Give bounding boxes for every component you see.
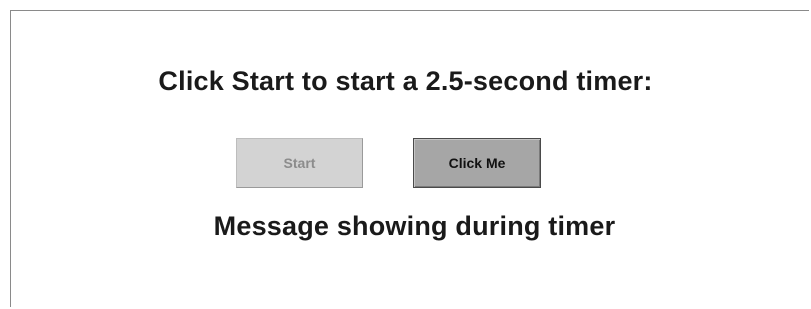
- timer-prompt-label: Click Start to start a 2.5-second timer:: [158, 66, 653, 96]
- timer-message-label: Message showing during timer: [213, 211, 616, 241]
- click-me-button[interactable]: Click Me: [413, 138, 541, 188]
- start-button[interactable]: Start: [236, 138, 363, 188]
- app-window: [10, 10, 809, 307]
